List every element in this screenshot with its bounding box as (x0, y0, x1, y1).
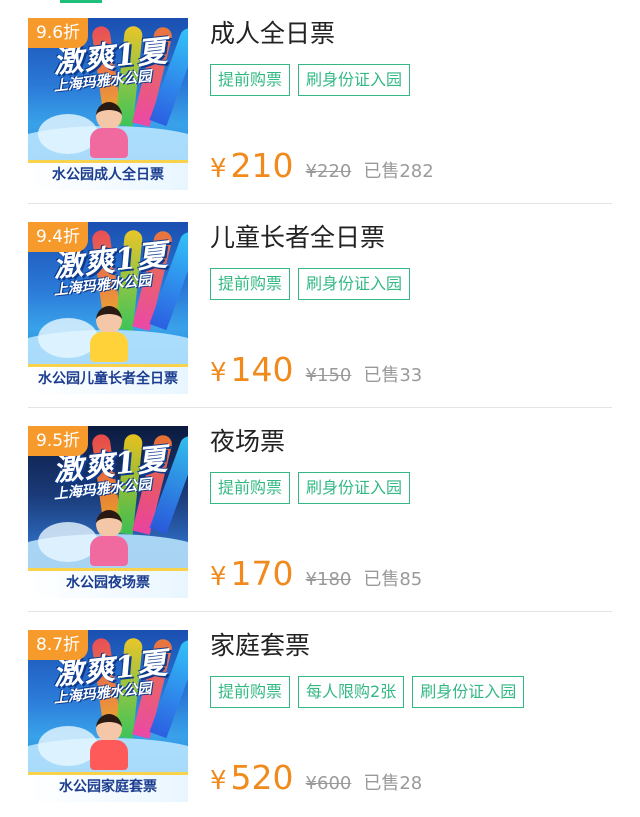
sold-label: 已售 (363, 569, 400, 590)
sold-count: 33 (399, 365, 423, 386)
ticket-item-adult-day[interactable]: 激爽1夏 上海玛雅水公园 水公园成人全日票 9.6折 成人全日票 提前购票 刷身… (0, 0, 640, 204)
tag-id-card-entry: 刷身份证入园 (298, 472, 411, 504)
thumbnail-caption: 水公园家庭套票 (59, 779, 157, 795)
original-price: ¥150 (305, 365, 352, 386)
sold-label: 已售 (363, 365, 400, 386)
price-row: ¥ 170 ¥180 已售 85 (210, 554, 422, 593)
currency-symbol: ¥ (210, 358, 227, 388)
tag-advance-purchase: 提前购票 (210, 64, 291, 96)
swimmer-photo (86, 306, 130, 362)
ticket-thumbnail[interactable]: 激爽1夏 上海玛雅水公园 水公园儿童长者全日票 9.4折 (28, 222, 188, 394)
thumbnail-caption: 水公园儿童长者全日票 (38, 371, 178, 387)
ticket-title[interactable]: 家庭套票 (210, 626, 310, 662)
ticket-item-night[interactable]: 激爽1夏 上海玛雅水公园 水公园夜场票 9.5折 夜场票 提前购票 刷身份证入园… (0, 408, 640, 612)
ticket-item-child-senior-day[interactable]: 激爽1夏 上海玛雅水公园 水公园儿童长者全日票 9.4折 儿童长者全日票 提前购… (0, 204, 640, 408)
sold-count: 28 (399, 773, 423, 794)
discount-badge: 9.4折 (28, 222, 89, 252)
tag-advance-purchase: 提前购票 (210, 676, 291, 708)
current-price: 520 (230, 758, 294, 797)
discount-badge: 9.5折 (28, 426, 89, 456)
ticket-title[interactable]: 成人全日票 (210, 14, 335, 50)
sold-label: 已售 (363, 161, 400, 182)
current-price: 170 (230, 554, 294, 593)
thumbnail-caption: 水公园成人全日票 (52, 167, 164, 183)
swimmer-photo (86, 102, 130, 158)
ticket-tags: 提前购票 每人限购2张 刷身份证入园 (210, 676, 525, 708)
ticket-tags: 提前购票 刷身份证入园 (210, 268, 411, 300)
thumbnail-caption: 水公园夜场票 (66, 575, 150, 591)
current-price: 140 (230, 350, 294, 389)
currency-symbol: ¥ (210, 154, 227, 184)
original-price: ¥600 (305, 773, 352, 794)
tag-id-card-entry: 刷身份证入园 (412, 676, 525, 708)
discount-badge: 8.7折 (28, 630, 89, 660)
ticket-item-family[interactable]: 激爽1夏 上海玛雅水公园 水公园家庭套票 8.7折 家庭套票 提前购票 每人限购… (0, 612, 640, 816)
price-row: ¥ 520 ¥600 已售 28 (210, 758, 422, 797)
sold-count: 282 (399, 161, 434, 182)
current-price: 210 (230, 146, 294, 185)
discount-badge: 9.6折 (28, 18, 89, 48)
currency-symbol: ¥ (210, 766, 227, 796)
ticket-tags: 提前购票 刷身份证入园 (210, 64, 411, 96)
original-price: ¥220 (305, 161, 352, 182)
sold-label: 已售 (363, 773, 400, 794)
ticket-thumbnail[interactable]: 激爽1夏 上海玛雅水公园 水公园夜场票 9.5折 (28, 426, 188, 598)
ticket-thumbnail[interactable]: 激爽1夏 上海玛雅水公园 水公园家庭套票 8.7折 (28, 630, 188, 802)
swimmer-photo (86, 510, 130, 566)
price-row: ¥ 210 ¥220 已售 282 (210, 146, 434, 185)
original-price: ¥180 (305, 569, 352, 590)
tag-id-card-entry: 刷身份证入园 (298, 268, 411, 300)
ticket-tags: 提前购票 刷身份证入园 (210, 472, 411, 504)
tag-purchase-limit: 每人限购2张 (298, 676, 405, 708)
ticket-title[interactable]: 儿童长者全日票 (210, 218, 385, 254)
family-photo (86, 714, 130, 770)
currency-symbol: ¥ (210, 562, 227, 592)
price-row: ¥ 140 ¥150 已售 33 (210, 350, 422, 389)
tag-id-card-entry: 刷身份证入园 (298, 64, 411, 96)
ticket-thumbnail[interactable]: 激爽1夏 上海玛雅水公园 水公园成人全日票 9.6折 (28, 18, 188, 190)
tag-advance-purchase: 提前购票 (210, 268, 291, 300)
ticket-title[interactable]: 夜场票 (210, 422, 285, 458)
tag-advance-purchase: 提前购票 (210, 472, 291, 504)
sold-count: 85 (399, 569, 423, 590)
